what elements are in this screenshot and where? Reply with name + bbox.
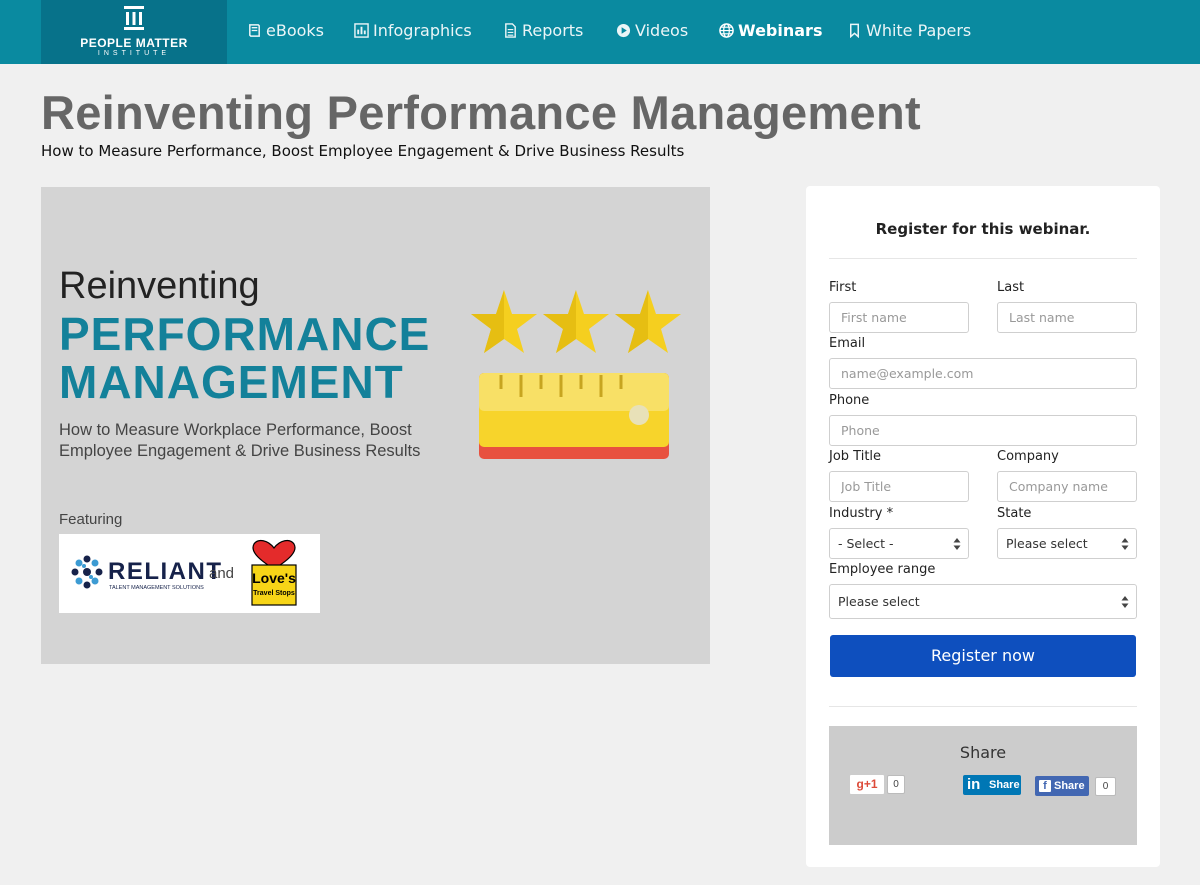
hero-line-2: PERFORMANCE: [59, 308, 431, 360]
facebook-icon: f: [1039, 780, 1051, 792]
industry-select[interactable]: - Select -: [829, 528, 969, 559]
loves-logo-icon: Love's Travel Stops: [251, 539, 297, 606]
loves-tagline: Travel Stops: [253, 590, 295, 597]
first-name-field[interactable]: [829, 302, 969, 333]
linkedin-share-label: Share: [989, 779, 1020, 791]
form-title: Register for this webinar.: [875, 220, 1091, 238]
select-arrows-icon: [1121, 538, 1129, 550]
facebook-share-count: 0: [1095, 777, 1116, 796]
phone-field[interactable]: [829, 415, 1137, 446]
document-icon: [505, 23, 516, 38]
state-select[interactable]: Please select: [997, 528, 1137, 559]
nav-item-label: White Papers: [866, 21, 972, 40]
email-field[interactable]: [829, 358, 1137, 389]
nav-item-white-papers[interactable]: White Papers: [847, 20, 971, 42]
last-name-field[interactable]: [997, 302, 1137, 333]
nav-item-infographics[interactable]: Infographics: [354, 20, 472, 42]
linkedin-share-button[interactable]: in Share: [963, 775, 1021, 795]
nav-item-videos[interactable]: Videos: [616, 20, 688, 42]
nav-item-label: Infographics: [373, 21, 472, 40]
state-label: State: [997, 506, 1032, 521]
stars-ruler-illustration: [471, 290, 681, 459]
divider: [829, 258, 1137, 259]
job-title-field[interactable]: [829, 471, 969, 502]
registration-card: Register for this webinar. First Last Em…: [806, 186, 1160, 867]
bar-chart-icon: [354, 23, 369, 38]
webinar-hero-image: Reinventing PERFORMANCE MANAGEMENT How t…: [41, 187, 710, 664]
nav-item-reports[interactable]: Reports: [503, 20, 583, 42]
star-icon: [471, 290, 537, 353]
top-nav: PEOPLE MATTER INSTITUTE eBooks Infograph…: [0, 0, 1200, 64]
nav-item-label: Videos: [635, 21, 689, 40]
first-name-label: First: [829, 280, 857, 295]
company-field[interactable]: [997, 471, 1137, 502]
brand-logo[interactable]: PEOPLE MATTER INSTITUTE: [41, 0, 227, 64]
reliant-logo-icon: [71, 555, 103, 589]
sponsor-logos: RELIANT TALENT MANAGEMENT SOLUTIONS and …: [59, 534, 320, 613]
industry-label: Industry *: [829, 506, 894, 521]
select-arrows-icon: [1121, 596, 1129, 608]
nav-item-label: Webinars: [738, 21, 823, 40]
bookmark-icon: [850, 23, 859, 38]
brand-subname: INSTITUTE: [97, 50, 171, 57]
linkedin-icon: in: [967, 776, 981, 793]
google-plus-button[interactable]: g+1: [849, 774, 885, 795]
featuring-label: Featuring: [59, 511, 123, 528]
loves-wordmark: Love's: [252, 570, 296, 586]
employee-range-select[interactable]: Please select: [829, 584, 1137, 619]
brand-name: PEOPLE MATTER: [80, 36, 188, 50]
nav-item-ebooks[interactable]: eBooks: [247, 20, 324, 42]
employee-range-label: Employee range: [829, 562, 936, 577]
google-plus-count: 0: [887, 775, 905, 794]
pillars-logo-icon: [124, 6, 144, 30]
hero-line-3: MANAGEMENT: [59, 356, 404, 408]
page-subtitle: How to Measure Performance, Boost Employ…: [41, 142, 685, 160]
phone-label: Phone: [829, 393, 870, 408]
google-plus-widget: g+1 0: [849, 774, 909, 795]
employee-range-select-value: Please select: [838, 594, 920, 609]
star-icon: [615, 290, 681, 353]
nav-item-label: Reports: [522, 21, 584, 40]
state-select-value: Please select: [1006, 536, 1088, 551]
facebook-share-label: Share: [1054, 780, 1085, 792]
hero-line-1: Reinventing: [59, 265, 260, 307]
play-circle-icon: [616, 23, 631, 38]
divider: [829, 706, 1137, 707]
nav-item-label: eBooks: [266, 21, 324, 40]
sponsors-and: and: [209, 565, 235, 582]
nav-item-webinars[interactable]: Webinars: [719, 20, 822, 42]
job-title-label: Job Title: [829, 449, 882, 464]
email-label: Email: [829, 336, 866, 351]
last-name-label: Last: [997, 280, 1025, 295]
reliant-wordmark: RELIANT: [108, 558, 223, 585]
industry-select-value: - Select -: [838, 536, 894, 551]
book-icon: [249, 24, 260, 37]
select-arrows-icon: [953, 538, 961, 550]
company-label: Company: [997, 449, 1059, 464]
reliant-tagline: TALENT MANAGEMENT SOLUTIONS: [109, 585, 204, 591]
hero-description: How to Measure Workplace Performance, Bo…: [59, 421, 421, 460]
register-now-button[interactable]: Register now: [830, 635, 1136, 677]
ruler-icon: [479, 373, 669, 459]
star-icon: [543, 290, 609, 353]
share-title: Share: [959, 743, 1007, 762]
facebook-share-button[interactable]: f Share: [1035, 776, 1089, 796]
share-panel: Share g+1 0 in Share f Share 0: [829, 726, 1137, 845]
globe-icon: [719, 23, 734, 38]
page-title: Reinventing Performance Management: [41, 86, 921, 139]
